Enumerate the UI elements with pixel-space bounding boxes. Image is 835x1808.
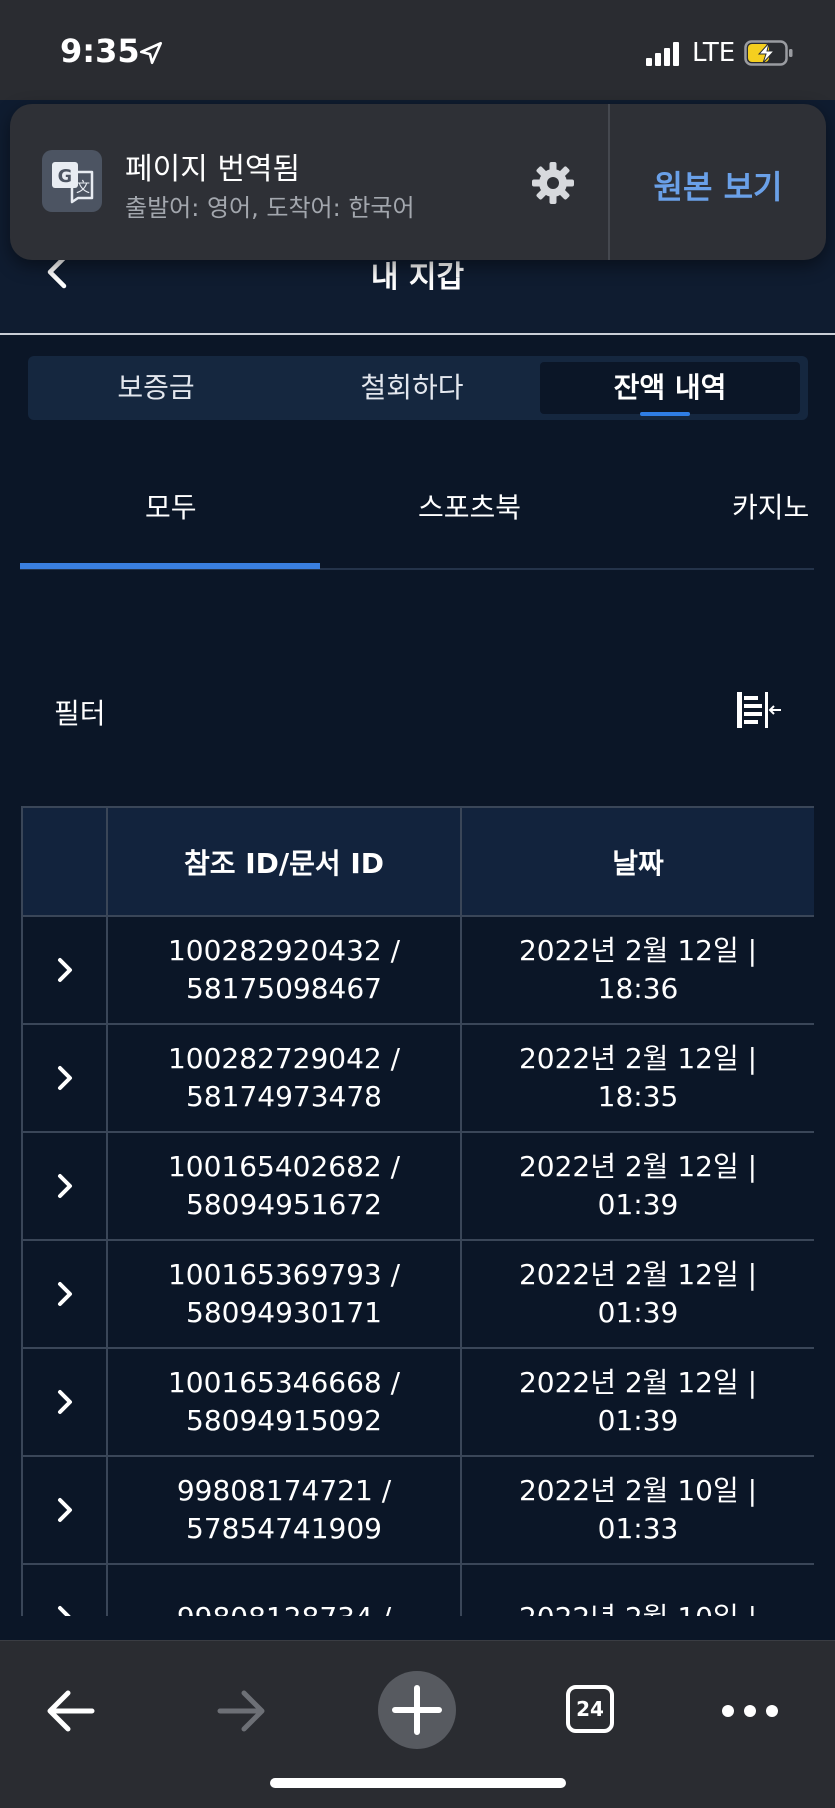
- row-expand-button[interactable]: [21, 1563, 108, 1616]
- date-cell: 2022년 2월 12일 | 01:39: [460, 1239, 814, 1349]
- row-expand-button[interactable]: [21, 1239, 108, 1349]
- subtab-casino[interactable]: 카지노: [732, 486, 809, 526]
- network-label: LTE: [692, 38, 736, 68]
- ref-id-cell: 100165402682 /58094951672: [106, 1131, 462, 1241]
- date-cell: 2022년 2월 12일 | 01:39: [460, 1347, 814, 1457]
- translate-popup: G 文 페이지 번역됨 출발어: 영어, 도착어: 한국어 원본 보기: [10, 104, 826, 260]
- chevron-right-icon: [57, 1390, 72, 1414]
- chevron-right-icon: [57, 1282, 72, 1306]
- browser-forward-icon[interactable]: [214, 1683, 270, 1739]
- row-expand-button[interactable]: [21, 915, 108, 1025]
- status-bar: 9:35 LTE: [0, 0, 835, 100]
- row-expand-button[interactable]: [21, 1347, 108, 1457]
- table-row[interactable]: 99808174721 /57854741909 2022년 2월 10일 | 0…: [21, 1455, 814, 1565]
- date-cell: 2022년 2월 12일 | 01:39: [460, 1131, 814, 1241]
- filter-label[interactable]: 필터: [54, 692, 106, 732]
- ref-id-cell: 100165369793 /58094930171: [106, 1239, 462, 1349]
- plus-icon: [392, 1685, 442, 1735]
- date-cell: 2022년 2월 12일 | 18:35: [460, 1023, 814, 1133]
- table-row[interactable]: 100282729042 /58174973478 2022년 2월 12일 |…: [21, 1023, 814, 1133]
- tab-balance-history[interactable]: 잔액 내역: [540, 356, 800, 420]
- tabs-count: 24: [576, 1697, 604, 1721]
- ref-id-cell: 100282729042 /58174973478: [106, 1023, 462, 1133]
- column-header-ref-id: 참조 ID/문서 ID: [106, 806, 462, 917]
- table-row[interactable]: 100165402682 /58094951672 2022년 2월 12일 |…: [21, 1131, 814, 1241]
- chevron-right-icon: [57, 1174, 72, 1198]
- date-cell: 2022년 2월 12일 | 18:36: [460, 915, 814, 1025]
- svg-text:G: G: [58, 166, 73, 187]
- location-arrow-icon: [139, 41, 163, 65]
- chevron-right-icon: [57, 1066, 72, 1090]
- column-header-expand: [21, 806, 108, 917]
- table-row[interactable]: 99808128734 / 2022년 2월 10일 |: [21, 1563, 814, 1616]
- browser-back-icon[interactable]: [42, 1683, 98, 1739]
- ref-id-cell: 99808128734 /: [106, 1563, 462, 1616]
- table-row[interactable]: 100165346668 /58094915092 2022년 2월 12일 |…: [21, 1347, 814, 1457]
- translate-icon: G 文: [42, 150, 102, 212]
- balance-history-table: 참조 ID/문서 ID 날짜 100282920432 /58175098467…: [21, 806, 814, 1616]
- date-cell: 2022년 2월 10일 |: [460, 1563, 814, 1616]
- svg-text:文: 文: [76, 180, 90, 196]
- ref-id-cell: 99808174721 /57854741909: [106, 1455, 462, 1565]
- ref-id-cell: 100165346668 /58094915092: [106, 1347, 462, 1457]
- home-indicator: [270, 1778, 566, 1788]
- chevron-right-icon: [57, 1606, 71, 1616]
- chevron-right-icon: [57, 958, 72, 982]
- subtab-sportsbook[interactable]: 스포츠북: [418, 486, 521, 526]
- ref-id-cell: 100282920432 /58175098467: [106, 915, 462, 1025]
- tabs-overview-button[interactable]: 24: [566, 1685, 614, 1733]
- wallet-segment-tabs: 보증금 철회하다 잔액 내역: [28, 356, 808, 420]
- tab-deposit[interactable]: 보증금: [28, 356, 284, 420]
- row-expand-button[interactable]: [21, 1455, 108, 1565]
- subtab-active-indicator: [20, 563, 320, 569]
- tab-withdraw[interactable]: 철회하다: [284, 356, 540, 420]
- translate-title: 페이지 번역됨: [125, 152, 301, 187]
- table-row[interactable]: 100282920432 /58175098467 2022년 2월 12일 |…: [21, 915, 814, 1025]
- more-options-icon[interactable]: [720, 1701, 780, 1721]
- segment-active-underline: [640, 412, 690, 416]
- gear-icon[interactable]: [530, 160, 576, 206]
- column-header-date: 날짜: [460, 806, 814, 917]
- battery-charging-icon: [744, 40, 793, 66]
- header-divider: [0, 333, 835, 335]
- chevron-right-icon: [57, 1498, 72, 1522]
- date-cell: 2022년 2월 10일 | 01:33: [460, 1455, 814, 1565]
- filter-sort-icon[interactable]: [735, 688, 783, 732]
- row-expand-button[interactable]: [21, 1023, 108, 1133]
- status-time: 9:35: [60, 32, 140, 70]
- row-expand-button[interactable]: [21, 1131, 108, 1241]
- subtab-all[interactable]: 모두: [145, 486, 197, 526]
- table-header-row: 참조 ID/문서 ID 날짜: [21, 806, 814, 917]
- view-original-button[interactable]: 원본 보기: [610, 162, 826, 208]
- new-tab-button[interactable]: [378, 1671, 456, 1749]
- table-row[interactable]: 100165369793 /58094930171 2022년 2월 12일 |…: [21, 1239, 814, 1349]
- translate-subtitle: 출발어: 영어, 도착어: 한국어: [125, 194, 415, 222]
